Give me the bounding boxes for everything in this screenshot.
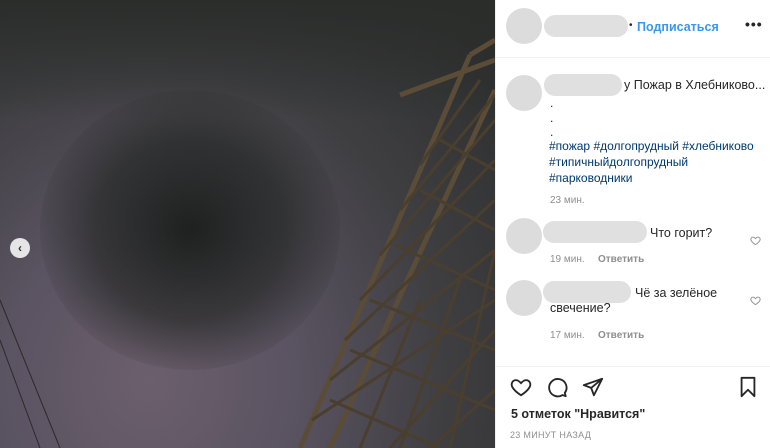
author-name-redacted[interactable]	[544, 15, 628, 37]
post-actions: 5 отметок "Нравится" 23 МИНУТ НАЗАД	[496, 366, 770, 448]
hashtag-link[interactable]: #пожар	[549, 139, 590, 153]
caption-dot: .	[550, 125, 554, 139]
bookmark-icon[interactable]	[737, 376, 759, 398]
post-photo[interactable]: ‹	[0, 0, 495, 448]
hashtag-link[interactable]: #хлебниково	[682, 139, 753, 153]
comment-text: Чё за зелёное свечение?	[550, 286, 718, 315]
post-view: ‹ • Подписаться ••• у Пожар в Хлебниково…	[0, 0, 770, 448]
comment-text: Что горит?	[650, 226, 713, 240]
comment-avatar[interactable]	[506, 280, 542, 316]
caption-author-redacted[interactable]	[544, 74, 622, 96]
bridge-truss	[0, 37, 495, 448]
heart-icon[interactable]	[510, 376, 532, 398]
follow-button[interactable]: Подписаться	[637, 20, 719, 34]
side-panel: • Подписаться ••• у Пожар в Хлебниково..…	[495, 0, 770, 448]
hashtags: #пожар #долгопрудный #хлебниково #типичн…	[549, 138, 767, 186]
comment-time[interactable]: 17 мин.	[550, 330, 585, 341]
reply-button[interactable]: Ответить	[598, 254, 644, 265]
caption-text: у Пожар в Хлебниково...	[624, 78, 766, 92]
posted-time[interactable]: 23 МИНУТ НАЗАД	[510, 430, 591, 440]
chevron-left-icon: ‹	[18, 241, 22, 255]
comment-time[interactable]: 19 мин.	[550, 254, 585, 265]
comment-avatar[interactable]	[506, 218, 542, 254]
caption-dot: .	[550, 111, 554, 125]
paper-plane-icon[interactable]	[582, 376, 604, 398]
header-dot: •	[629, 20, 633, 31]
author-avatar[interactable]	[506, 8, 542, 44]
caption-time[interactable]: 23 мин.	[550, 195, 585, 206]
comment-like-icon[interactable]	[750, 295, 761, 306]
comment-like-icon[interactable]	[750, 235, 761, 246]
caption-avatar[interactable]	[506, 75, 542, 111]
previous-photo-button[interactable]: ‹	[10, 238, 30, 258]
hashtag-link[interactable]: #типичныйдолгопрудный	[549, 155, 688, 169]
reply-button[interactable]: Ответить	[598, 330, 644, 341]
caption-dot: .	[550, 96, 554, 110]
more-options-icon[interactable]: •••	[745, 16, 763, 32]
hashtag-link[interactable]: #парководники	[549, 171, 633, 185]
comment-author-redacted[interactable]	[543, 221, 647, 243]
post-header: • Подписаться •••	[496, 0, 770, 58]
likes-count[interactable]: 5 отметок "Нравится"	[511, 407, 645, 421]
comment-icon[interactable]	[546, 376, 568, 398]
hashtag-link[interactable]: #долгопрудный	[593, 139, 678, 153]
